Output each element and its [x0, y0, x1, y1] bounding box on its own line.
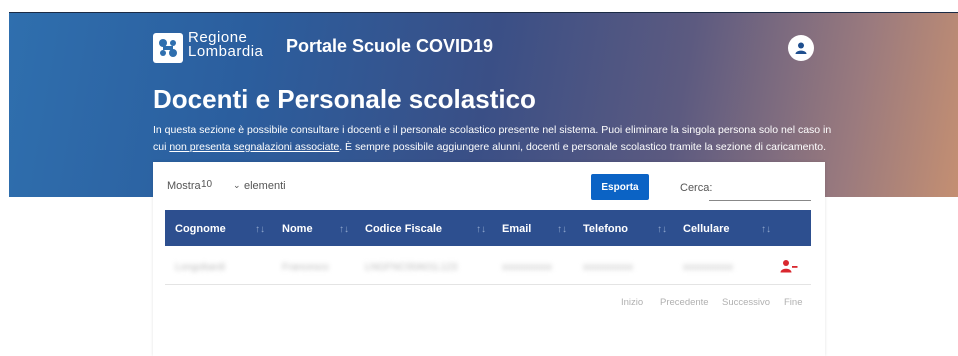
chevron-down-icon[interactable]: ⌄ [233, 180, 241, 191]
description-text-2: . È sempre possibile aggiungere alunni, … [339, 141, 826, 153]
pagination-first[interactable]: Inizio [621, 297, 643, 308]
elements-label: elementi [244, 180, 286, 192]
cell-codice-fiscale: LNGFNC00A01L123 [365, 262, 458, 273]
sort-icon[interactable]: ↑↓ [476, 224, 486, 235]
cell-email: xxxxxxxxxx [502, 262, 552, 273]
page-description: In questa sezione è possibile consultare… [153, 122, 833, 156]
page-size-select[interactable]: 10 [201, 179, 212, 190]
cell-nome: Francesco [282, 262, 329, 273]
sort-icon[interactable]: ↑↓ [761, 224, 771, 235]
show-label: Mostra [167, 180, 201, 192]
column-header-cellulare[interactable]: Cellulare [683, 223, 729, 235]
brand-line-2: Lombardia [188, 43, 264, 60]
cell-telefono: xxxxxxxxxx [583, 262, 633, 273]
export-button[interactable]: Esporta [591, 174, 649, 200]
column-header-email[interactable]: Email [502, 223, 531, 235]
column-header-cognome[interactable]: Cognome [175, 223, 226, 235]
user-icon [795, 42, 807, 54]
cell-cellulare: xxxxxxxxxx [683, 262, 733, 273]
table-header: Cognome ↑↓ Nome ↑↓ Codice Fiscale ↑↓ Ema… [165, 210, 811, 246]
sort-icon[interactable]: ↑↓ [339, 224, 349, 235]
pagination-last[interactable]: Fine [784, 297, 802, 308]
page-title: Docenti e Personale scolastico [153, 84, 536, 114]
sort-icon[interactable]: ↑↓ [255, 224, 265, 235]
description-link[interactable]: non presenta segnalazioni associate [169, 141, 339, 153]
top-border [9, 12, 958, 13]
pagination-previous[interactable]: Precedente [660, 297, 709, 308]
remove-user-icon[interactable] [780, 259, 798, 273]
user-menu-button[interactable] [788, 35, 814, 61]
sort-icon[interactable]: ↑↓ [557, 224, 567, 235]
sort-icon[interactable]: ↑↓ [657, 224, 667, 235]
logo-icon [159, 39, 177, 57]
search-input[interactable] [709, 176, 811, 201]
cell-cognome: Longobardi [175, 262, 226, 273]
portal-title: Portale Scuole COVID19 [286, 36, 494, 56]
search-label: Cerca: [680, 182, 713, 194]
column-header-codice-fiscale[interactable]: Codice Fiscale [365, 223, 442, 235]
pagination-next[interactable]: Successivo [722, 297, 770, 308]
table-row: Longobardi Francesco LNGFNC00A01L123 xxx… [165, 248, 811, 285]
column-header-telefono[interactable]: Telefono [583, 223, 628, 235]
column-header-nome[interactable]: Nome [282, 223, 313, 235]
regione-lombardia-logo[interactable] [153, 33, 183, 63]
table-card: Mostra 10 ⌄ elementi Esporta Cerca: Cogn… [153, 162, 825, 356]
brand-name: Regione Lombardia [188, 30, 264, 60]
